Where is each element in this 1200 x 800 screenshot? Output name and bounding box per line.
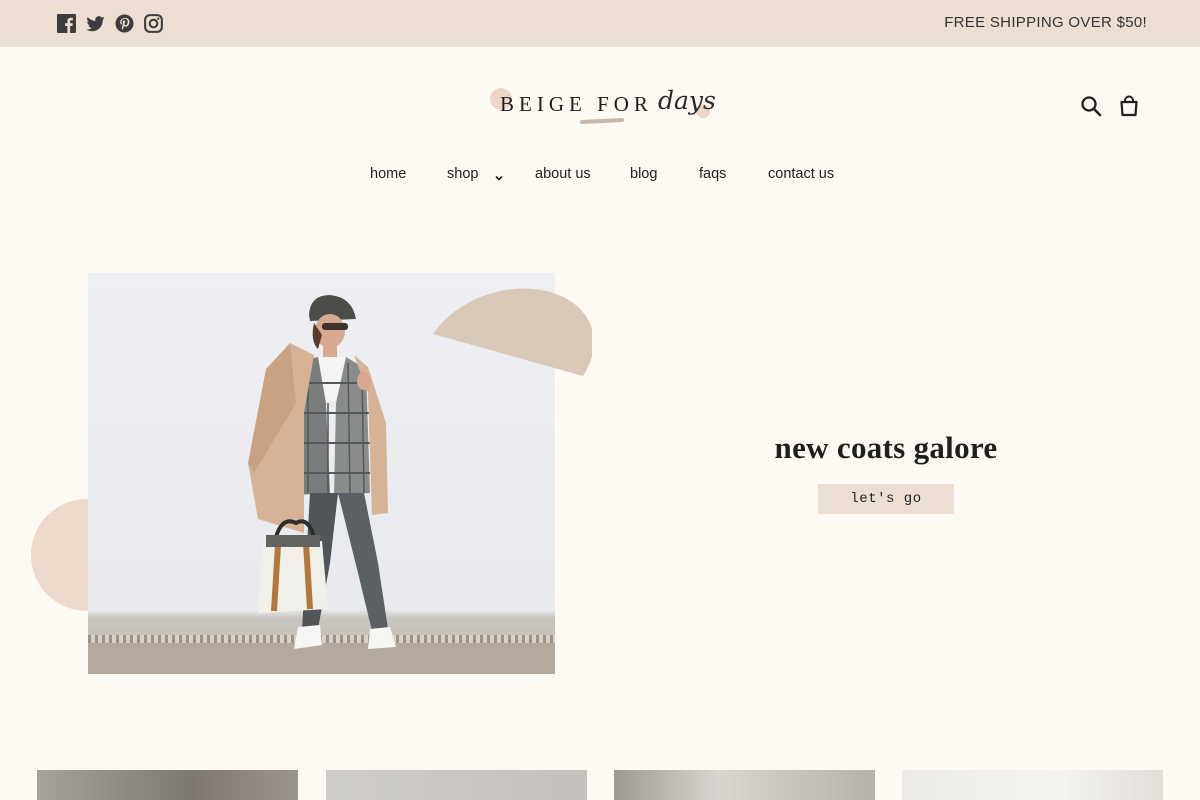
- main-nav: home shop about us blog faqs contact us: [0, 166, 1200, 188]
- logo-wordmark: BEIGE FOR: [500, 92, 653, 116]
- logo-underline: [579, 117, 625, 125]
- product-thumbnail[interactable]: [326, 770, 587, 800]
- nav-faqs[interactable]: faqs: [699, 166, 726, 182]
- product-thumbnail[interactable]: [902, 770, 1163, 800]
- model-figure: [248, 295, 396, 649]
- product-thumbnail[interactable]: [37, 770, 298, 800]
- nav-blog[interactable]: blog: [630, 166, 657, 182]
- nav-contact-us[interactable]: contact us: [768, 166, 834, 182]
- social-links: [57, 14, 163, 33]
- logo-script: days: [658, 86, 716, 115]
- product-thumbnail[interactable]: [614, 770, 875, 800]
- nav-shop[interactable]: shop: [447, 166, 478, 182]
- logo[interactable]: BEIGE FOR days: [488, 82, 728, 130]
- search-icon[interactable]: [1080, 95, 1102, 117]
- twitter-icon[interactable]: [86, 14, 105, 33]
- pinterest-icon[interactable]: [115, 14, 134, 33]
- storefront-page: FREE SHIPPING OVER $50! BEIGE FOR days h…: [0, 0, 1200, 800]
- chevron-down-icon[interactable]: [494, 170, 504, 181]
- nav-home[interactable]: home: [370, 166, 406, 182]
- free-shipping-text: FREE SHIPPING OVER $50!: [944, 14, 1147, 31]
- cart-icon[interactable]: [1118, 95, 1140, 117]
- facebook-icon[interactable]: [57, 14, 76, 33]
- instagram-icon[interactable]: [144, 14, 163, 33]
- nav-about-us[interactable]: about us: [535, 166, 591, 182]
- hero-heading: new coats galore: [774, 430, 998, 465]
- announcement-bar: FREE SHIPPING OVER $50!: [0, 0, 1200, 47]
- decorative-semicircle: [433, 288, 592, 376]
- lets-go-button[interactable]: let's go: [818, 484, 954, 514]
